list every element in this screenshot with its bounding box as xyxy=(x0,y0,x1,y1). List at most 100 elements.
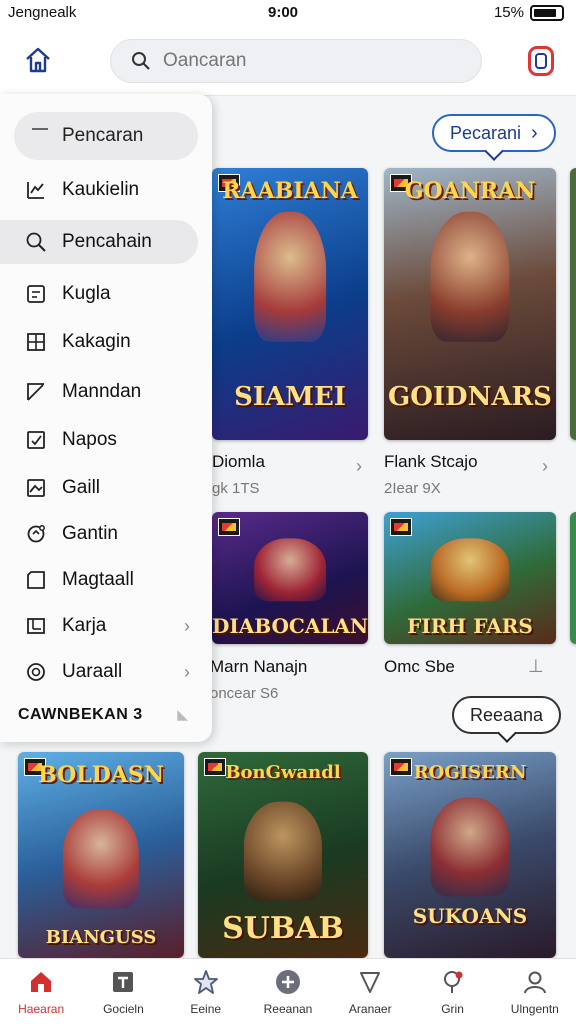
nav-label: Grin xyxy=(441,1001,464,1016)
side-drawer: Pencaran Kaukielin Pencahain Kugla Kakag… xyxy=(0,94,212,742)
game-card[interactable]: BOLDASN BIANGUSS xyxy=(18,752,184,958)
nav-label: Aranaer xyxy=(348,1001,392,1016)
nav-item-alerts[interactable]: Aranaer xyxy=(329,959,411,1024)
game-art-title: ROGISERN xyxy=(413,762,527,783)
game-card[interactable]: ROGISERN SUKOANS xyxy=(384,752,556,958)
game-name: Diomla xyxy=(212,452,265,471)
tag-icon xyxy=(24,568,48,592)
section-action-button[interactable]: Reeaana xyxy=(452,696,562,734)
game-art-subtitle: SUBAB xyxy=(222,911,344,946)
battery-percent: 15% xyxy=(493,4,524,21)
game-art-title: GOANRAN xyxy=(404,178,536,204)
game-art-subtitle: BIANGUSS xyxy=(45,927,157,948)
game-card[interactable]: GOANRAN GOIDNARS xyxy=(384,168,556,440)
game-hero-image xyxy=(430,797,510,897)
game-info: Omc Sbe xyxy=(384,657,455,677)
game-hero-image xyxy=(243,801,323,901)
carrier-label: Jengnealk xyxy=(8,4,77,21)
game-card[interactable]: BonGwandl SUBAB xyxy=(198,752,368,958)
menu-item-kugla[interactable]: Kugla xyxy=(0,272,212,316)
game-art-subtitle: DIABOCALAN xyxy=(212,614,368,638)
menu-item-label: Kugla xyxy=(62,283,111,304)
game-name: Flank Stcajo xyxy=(384,452,478,471)
nav-item-profile[interactable]: Ulngentn xyxy=(494,959,576,1024)
home-icon xyxy=(27,968,55,996)
chart-icon xyxy=(24,178,48,202)
nav-label: Gocieln xyxy=(103,1001,144,1016)
top-action-button[interactable]: Pecarani › xyxy=(432,114,556,152)
game-subtitle: 2Iear 9X xyxy=(384,480,441,497)
home-button[interactable] xyxy=(18,40,58,80)
drawer-search-button[interactable]: Pencaran xyxy=(14,112,198,160)
menu-item-pencahain[interactable]: Pencahain xyxy=(0,220,198,264)
notification-button[interactable] xyxy=(526,44,556,78)
menu-item-label: Pencahain xyxy=(62,231,152,252)
menu-item-gaill[interactable]: Gaill xyxy=(0,466,212,510)
menu-item-label: Gantin xyxy=(62,523,118,544)
menu-item-kaukielin[interactable]: Kaukielin xyxy=(0,168,212,212)
drawer-footer-label: CAWNBEKAN 3 xyxy=(18,706,143,723)
nav-item-tools[interactable]: Gocieln xyxy=(82,959,164,1024)
top-header xyxy=(0,26,576,96)
bottom-nav: Haearan Gocieln Eeine Reeanan Aranaer Gr… xyxy=(0,958,576,1024)
game-art-subtitle: SIAMEI xyxy=(234,382,346,412)
settings-icon xyxy=(24,522,48,546)
nav-item-home[interactable]: Haearan xyxy=(0,959,82,1024)
menu-item-manndan[interactable]: Manndan xyxy=(0,370,212,414)
menu-item-kakagin[interactable]: Kakagin xyxy=(0,320,212,364)
image-icon xyxy=(24,476,48,500)
filter-icon[interactable]: ⊥ xyxy=(528,656,544,677)
menu-item-label: Manndan xyxy=(62,381,142,402)
battery-icon xyxy=(530,4,564,21)
game-hero-image xyxy=(430,538,510,602)
chevron-right-icon: › xyxy=(531,121,538,144)
menu-item-label: Kakagin xyxy=(62,331,131,352)
game-info: Marn Nanajn oncear S6 xyxy=(210,657,307,702)
chevron-right-icon[interactable]: › xyxy=(356,456,362,477)
nav-item-favorites[interactable]: Eeine xyxy=(165,959,247,1024)
status-right: 15% xyxy=(494,4,564,21)
menu-item-uaraall[interactable]: Uaraall › xyxy=(0,650,212,694)
chevron-right-icon: › xyxy=(184,661,190,682)
chevron-right-icon[interactable]: › xyxy=(542,456,548,477)
board-icon xyxy=(24,614,48,638)
game-subtitle: oncear S6 xyxy=(210,685,279,702)
game-name: Marn Nanajn xyxy=(210,657,308,676)
menu-item-label: Kaukielin xyxy=(62,179,140,200)
menu-item-napos[interactable]: Napos xyxy=(0,418,212,462)
home-icon xyxy=(26,47,50,73)
menu-item-label: Napos xyxy=(62,429,117,450)
nav-item-location[interactable]: Grin xyxy=(411,959,493,1024)
drawer-footer-icon[interactable]: ◣ xyxy=(177,706,188,723)
status-bar: Jengnealk 9:00 15% xyxy=(0,0,576,26)
menu-item-karja[interactable]: Karja › xyxy=(0,604,212,648)
menu-item-label: Karja xyxy=(62,615,107,636)
game-card[interactable]: RAABIANA SIAMEI xyxy=(212,168,368,440)
menu-item-label: Uaraall xyxy=(62,661,123,682)
game-card-partial[interactable] xyxy=(570,168,576,440)
game-art-subtitle: FIRH FARS xyxy=(407,614,533,638)
game-badge-icon xyxy=(390,518,412,536)
shield-icon xyxy=(356,968,384,996)
search-input[interactable] xyxy=(163,50,453,72)
game-card[interactable]: FIRH FARS xyxy=(384,512,556,644)
game-art-subtitle: SUKOANS xyxy=(412,904,528,928)
search-bar[interactable] xyxy=(110,39,482,83)
menu-item-label: Gaill xyxy=(62,477,101,498)
drawer-search-label: Pencaran xyxy=(62,125,144,146)
game-card[interactable]: DIABOCALAN xyxy=(212,512,368,644)
chevron-right-icon: › xyxy=(184,615,190,636)
nav-item-create[interactable]: Reeanan xyxy=(247,959,329,1024)
menu-item-gantin[interactable]: Gantin xyxy=(0,512,212,556)
game-name: Omc Sbe xyxy=(384,657,455,676)
game-card-partial[interactable] xyxy=(570,512,576,644)
menu-item-magtaall[interactable]: Magtaall xyxy=(0,558,212,602)
tools-icon xyxy=(109,968,137,996)
plus-icon xyxy=(274,968,302,996)
clock: 9:00 xyxy=(268,4,299,21)
nav-label: Eeine xyxy=(190,1001,222,1016)
section-action-label: Reeaana xyxy=(470,704,544,725)
game-art-title: RAABIANA xyxy=(222,178,358,204)
game-info: Flank Stcajo 2Iear 9X xyxy=(384,452,478,497)
star-icon xyxy=(192,968,220,996)
